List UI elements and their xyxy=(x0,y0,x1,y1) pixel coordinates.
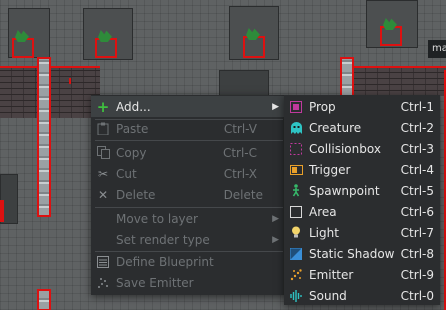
menu-item-label: Delete xyxy=(116,187,156,202)
brick-wall xyxy=(0,68,38,118)
menu-item-shortcut: Ctrl-9 xyxy=(400,267,434,282)
menu-item-label: Save Emitter xyxy=(116,275,194,290)
brick-wall xyxy=(354,68,446,96)
submenu-arrow-icon: ▶ xyxy=(272,234,279,245)
menu-item-shortcut: Delete xyxy=(223,187,263,202)
menu-item-label: Prop xyxy=(309,99,336,114)
spawnpoint-icon xyxy=(289,184,303,198)
submenu-item-sound[interactable]: Sound Ctrl-0 xyxy=(284,285,440,306)
menu-item-shortcut: Ctrl-8 xyxy=(400,246,434,261)
submenu-item-spawnpoint[interactable]: Spawnpoint Ctrl-5 xyxy=(284,180,440,201)
menu-item-delete[interactable]: ✕ Delete Delete xyxy=(91,184,287,205)
blank-icon xyxy=(96,212,110,226)
menu-item-move-to-layer[interactable]: Move to layer ▶ xyxy=(91,208,287,229)
emitter-icon xyxy=(289,268,303,282)
menu-item-paste[interactable]: Paste Ctrl-V xyxy=(91,118,287,139)
menu-item-label: Static Shadow xyxy=(309,246,395,261)
collisionbox-icon xyxy=(289,142,303,156)
tooltip: ma xyxy=(428,40,446,58)
menu-item-label: Copy xyxy=(116,145,147,160)
trigger-icon xyxy=(289,163,303,177)
selection-outline xyxy=(69,78,71,84)
menu-item-shortcut: Ctrl-3 xyxy=(400,141,434,156)
blueprint-icon xyxy=(96,255,110,269)
menu-item-label: Define Blueprint xyxy=(116,254,214,269)
menu-item-label: Move to layer xyxy=(116,211,198,226)
menu-item-label: Add... xyxy=(116,99,151,114)
menu-item-shortcut: Ctrl-2 xyxy=(400,120,434,135)
submenu-item-creature[interactable]: Creature Ctrl-2 xyxy=(284,117,440,138)
add-submenu: Prop Ctrl-1 Creature Ctrl-2 Collisionbox… xyxy=(284,95,440,305)
static-shadow-icon xyxy=(289,247,303,261)
menu-item-label: Emitter xyxy=(309,267,354,282)
menu-item-label: Sound xyxy=(309,288,347,303)
menu-item-define-blueprint[interactable]: Define Blueprint xyxy=(91,251,287,272)
menu-item-shortcut: Ctrl-X xyxy=(223,166,257,181)
menu-item-shortcut: Ctrl-5 xyxy=(400,183,434,198)
submenu-item-light[interactable]: Light Ctrl-7 xyxy=(284,222,440,243)
blank-icon xyxy=(96,233,110,247)
light-icon xyxy=(289,226,303,240)
creature-icon xyxy=(289,121,303,135)
menu-item-shortcut: Ctrl-4 xyxy=(400,162,434,177)
emitter-icon xyxy=(96,276,110,290)
menu-item-copy[interactable]: Copy Ctrl-C xyxy=(91,142,287,163)
paste-icon xyxy=(96,122,110,136)
menu-separator xyxy=(95,140,283,141)
submenu-item-area[interactable]: Area Ctrl-6 xyxy=(284,201,440,222)
menu-item-label: Set render type xyxy=(116,232,210,247)
sound-icon xyxy=(289,289,303,303)
menu-item-shortcut: Ctrl-6 xyxy=(400,204,434,219)
menu-item-label: Cut xyxy=(116,166,137,181)
x-icon: ✕ xyxy=(97,187,109,202)
submenu-item-collisionbox[interactable]: Collisionbox Ctrl-3 xyxy=(284,138,440,159)
menu-item-label: Paste xyxy=(116,121,149,136)
submenu-item-prop[interactable]: Prop Ctrl-1 xyxy=(284,96,440,117)
scissors-icon: ✂ xyxy=(97,166,109,181)
submenu-item-trigger[interactable]: Trigger Ctrl-4 xyxy=(284,159,440,180)
submenu-arrow-icon: ▶ xyxy=(272,213,279,224)
plus-icon: + xyxy=(96,97,110,116)
menu-item-label: Light xyxy=(309,225,339,240)
area-icon xyxy=(289,205,303,219)
menu-item-shortcut: Ctrl-0 xyxy=(400,288,434,303)
menu-item-shortcut: Ctrl-V xyxy=(223,121,257,136)
copy-icon xyxy=(96,146,110,160)
pillar-prop[interactable] xyxy=(340,57,354,97)
menu-item-label: Area xyxy=(309,204,337,219)
menu-item-label: Collisionbox xyxy=(309,141,381,156)
menu-item-set-render-type[interactable]: Set render type ▶ xyxy=(91,229,287,250)
menu-item-label: Trigger xyxy=(309,162,351,177)
menu-item-label: Creature xyxy=(309,120,362,135)
menu-item-shortcut: Ctrl-1 xyxy=(400,99,434,114)
menu-item-cut[interactable]: ✂ Cut Ctrl-X xyxy=(91,163,287,184)
prop-icon xyxy=(289,100,303,114)
context-menu: + Add... ▶ Paste Ctrl-V Copy Ctrl-C ✂ Cu… xyxy=(91,95,287,295)
selection-outline xyxy=(350,66,446,68)
prop-selection-box[interactable] xyxy=(0,200,4,222)
selection-outline xyxy=(0,66,100,68)
submenu-item-static-shadow[interactable]: Static Shadow Ctrl-8 xyxy=(284,243,440,264)
menu-item-shortcut: Ctrl-C xyxy=(222,145,257,160)
menu-item-save-emitter[interactable]: Save Emitter xyxy=(91,272,287,293)
menu-item-shortcut: Ctrl-7 xyxy=(400,225,434,240)
submenu-item-emitter[interactable]: Emitter Ctrl-9 xyxy=(284,264,440,285)
menu-item-add[interactable]: + Add... ▶ xyxy=(91,96,287,117)
submenu-arrow-icon: ▶ xyxy=(272,101,279,112)
pillar-prop[interactable] xyxy=(37,289,51,310)
pillar-prop[interactable] xyxy=(37,57,51,217)
menu-item-label: Spawnpoint xyxy=(309,183,380,198)
